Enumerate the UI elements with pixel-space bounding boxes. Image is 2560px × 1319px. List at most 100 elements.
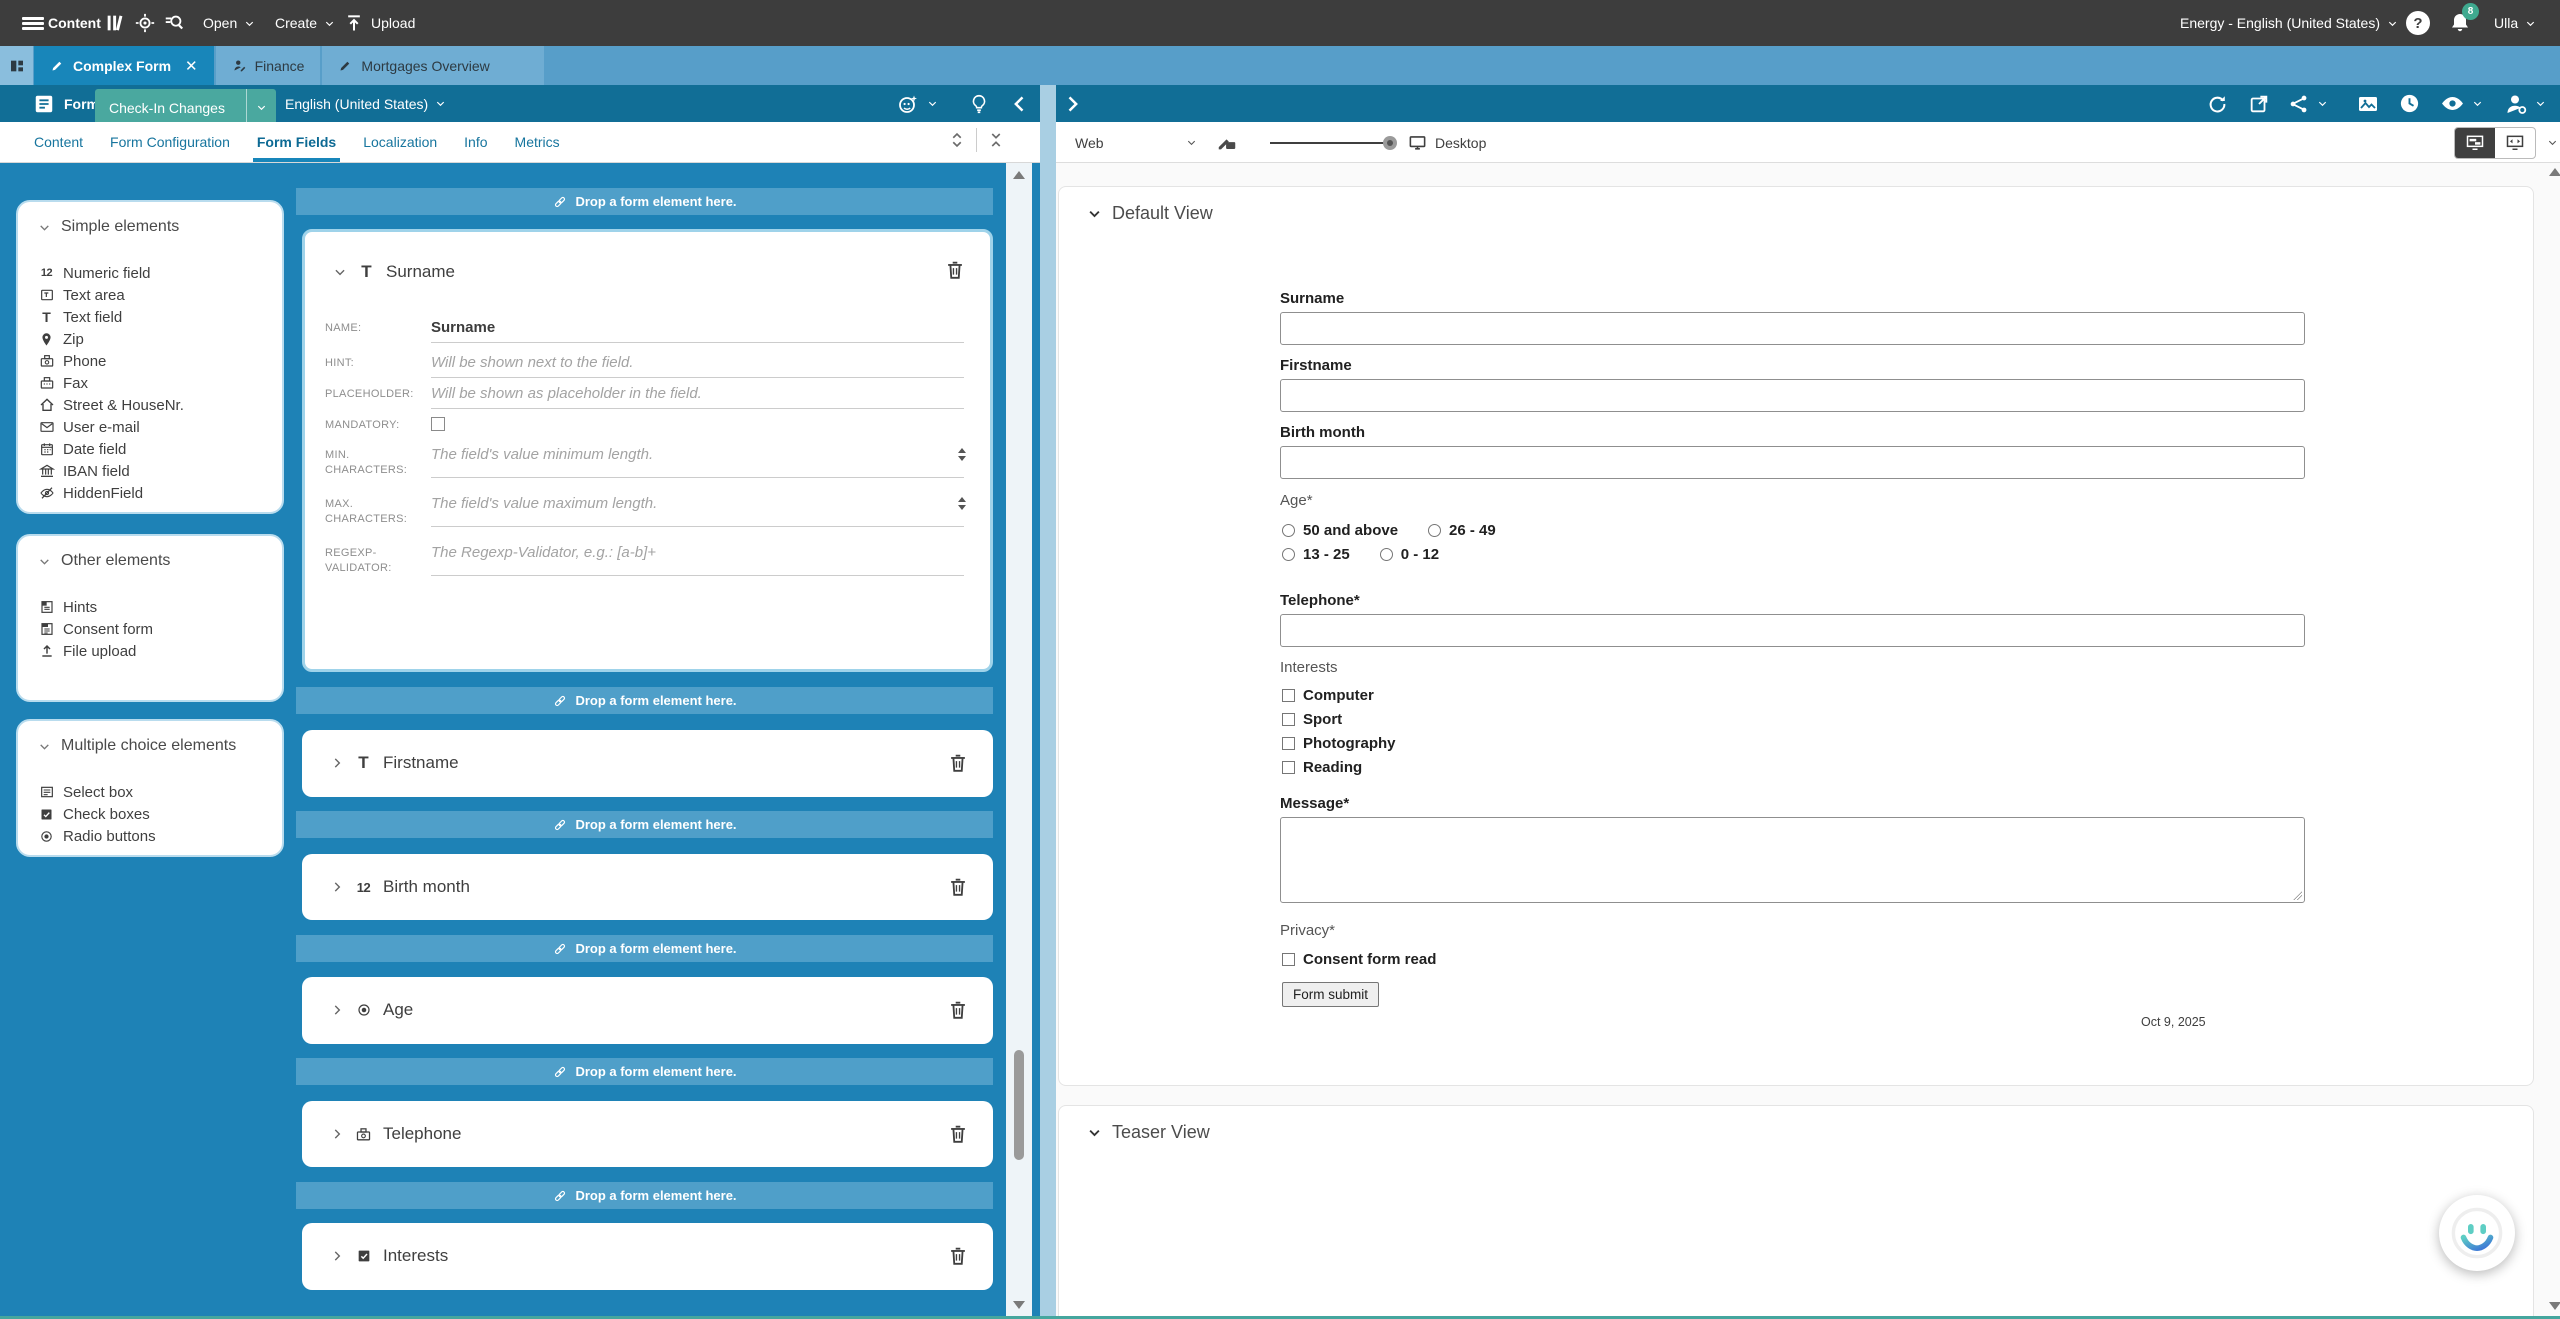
feedback-smiley-button[interactable] (2439, 1195, 2515, 1271)
collapse-panel-button[interactable] (1010, 85, 1030, 122)
subtab-metrics[interactable]: Metrics (515, 122, 560, 162)
focus-target-icon[interactable] (134, 0, 156, 46)
channel-dropdown[interactable] (1186, 122, 1197, 163)
radio-50-and-above[interactable] (1282, 524, 1295, 537)
checkbox-photography[interactable] (1282, 737, 1295, 750)
form-submit-button[interactable]: Form submit (1282, 982, 1379, 1007)
stepper[interactable] (958, 497, 966, 510)
palette-item-text-area[interactable]: Text area (38, 284, 282, 306)
check-in-dropdown[interactable] (246, 89, 276, 126)
palette-item-hints[interactable]: Hints (38, 596, 282, 618)
toggle-dropdown[interactable] (2547, 122, 2558, 163)
media-button[interactable] (2356, 85, 2380, 122)
palette-item-radio-buttons[interactable]: Radio buttons (38, 825, 282, 847)
preview-mode-button[interactable] (2440, 85, 2483, 122)
checkbox-computer[interactable] (1282, 689, 1295, 702)
share-button[interactable] (2288, 85, 2328, 122)
refresh-button[interactable] (2206, 85, 2228, 122)
ai-assistant-button[interactable] (896, 85, 938, 122)
preview-scroll-down-icon[interactable] (2549, 1302, 2560, 1310)
field-card-header[interactable]: Age (302, 1000, 993, 1020)
drop-zone[interactable]: Drop a form element here. (296, 1182, 993, 1209)
pane-divider[interactable] (1040, 85, 1056, 1319)
search-list-icon[interactable] (163, 0, 185, 46)
palette-item-date-field[interactable]: Date field (38, 438, 282, 460)
preview-birthmonth-input[interactable] (1280, 446, 2305, 479)
palette-item-text-field[interactable]: TText field (38, 306, 282, 328)
palette-item-select-box[interactable]: Select box (38, 781, 282, 803)
palette-group-header[interactable]: Simple elements (38, 218, 282, 236)
subtab-localization[interactable]: Localization (363, 122, 437, 162)
radio-0-12[interactable] (1380, 548, 1393, 561)
palette-item-consent-form[interactable]: Consent form (38, 618, 282, 640)
drop-zone[interactable]: Drop a form element here. (296, 935, 993, 962)
palette-item-hidden-field[interactable]: HiddenField (38, 482, 282, 504)
preview-surname-input[interactable] (1280, 312, 2305, 345)
personas-button[interactable] (2504, 85, 2546, 122)
drop-zone[interactable]: Drop a form element here. (296, 811, 993, 838)
tab-mortgages-overview[interactable]: Mortgages Overview (322, 46, 544, 85)
drop-zone[interactable]: Drop a form element here. (296, 188, 993, 215)
drop-zone[interactable]: Drop a form element here. (296, 687, 993, 714)
checkbox-reading[interactable] (1282, 761, 1295, 774)
editor-scrollbar[interactable] (1006, 163, 1032, 1319)
device-size-slider[interactable] (1270, 122, 1390, 163)
max-characters-input[interactable]: The field's value maximum length. (431, 493, 964, 527)
open-external-button[interactable] (2248, 85, 2270, 122)
open-menu[interactable]: Open (203, 0, 255, 46)
tab-complex-form[interactable]: Complex Form ✕ (34, 46, 214, 85)
edit-device-button[interactable] (1216, 122, 1238, 163)
palette-item-street[interactable]: Street & HouseNr. (38, 394, 282, 416)
field-card-header[interactable]: 12 Birth month (302, 877, 993, 897)
history-button[interactable] (2398, 85, 2421, 122)
preview-telephone-input[interactable] (1280, 614, 2305, 647)
teaser-view-header[interactable]: Teaser View (1059, 1106, 2533, 1143)
trash-icon[interactable] (947, 1122, 969, 1146)
subtab-form-configuration[interactable]: Form Configuration (110, 122, 230, 162)
radio-26-49[interactable] (1428, 524, 1441, 537)
collapse-all-icon[interactable] (987, 131, 1005, 149)
checkbox-consent[interactable] (1282, 953, 1295, 966)
palette-item-numeric-field[interactable]: 12Numeric field (38, 262, 282, 284)
scroll-down-icon[interactable] (1013, 1301, 1025, 1309)
trash-icon[interactable] (944, 258, 966, 282)
regexp-input[interactable]: The Regexp-Validator, e.g.: [a-b]+ (431, 542, 964, 576)
drop-zone[interactable]: Drop a form element here. (296, 1058, 993, 1085)
field-card-header[interactable]: T Surname (305, 262, 990, 282)
palette-item-phone[interactable]: Phone (38, 350, 282, 372)
check-in-changes-button[interactable]: Check-In Changes (95, 89, 276, 126)
preview-scroll-up-icon[interactable] (2549, 168, 2560, 176)
palette-item-zip[interactable]: Zip (38, 328, 282, 350)
tab-switcher[interactable] (0, 46, 33, 85)
radio-13-25[interactable] (1282, 548, 1295, 561)
preview-message-textarea[interactable] (1280, 817, 2305, 903)
palette-group-header[interactable]: Other elements (38, 552, 282, 570)
palette-group-header[interactable]: Multiple choice elements (38, 737, 282, 755)
placeholder-input[interactable]: Will be shown as placeholder in the fiel… (431, 383, 964, 409)
close-icon[interactable]: ✕ (185, 57, 198, 75)
channel-selector[interactable]: Web (1075, 122, 1104, 163)
site-selector[interactable]: Energy - English (United States) (2180, 0, 2398, 46)
library-icon[interactable] (104, 0, 126, 46)
palette-item-check-boxes[interactable]: Check boxes (38, 803, 282, 825)
main-menu-icon[interactable] (22, 0, 44, 46)
checkbox-sport[interactable] (1282, 713, 1295, 726)
split-view-toggle[interactable] (2455, 128, 2495, 158)
palette-item-file-upload[interactable]: File upload (38, 640, 282, 662)
mandatory-checkbox[interactable] (431, 417, 445, 431)
palette-item-iban-field[interactable]: IBAN field (38, 460, 282, 482)
preview-firstname-input[interactable] (1280, 379, 2305, 412)
field-card-header[interactable]: Telephone (302, 1124, 993, 1144)
notifications-button[interactable]: 8 (2448, 0, 2472, 46)
trash-icon[interactable] (947, 1244, 969, 1268)
trash-icon[interactable] (947, 875, 969, 899)
scroll-up-icon[interactable] (1013, 171, 1025, 179)
field-card-header[interactable]: T Firstname (302, 753, 993, 773)
trash-icon[interactable] (947, 751, 969, 775)
trash-icon[interactable] (947, 998, 969, 1022)
palette-item-fax[interactable]: Fax (38, 372, 282, 394)
min-characters-input[interactable]: The field's value minimum length. (431, 444, 964, 478)
language-selector[interactable]: English (United States) (285, 85, 446, 122)
hint-input[interactable]: Will be shown next to the field. (431, 352, 964, 378)
field-card-header[interactable]: Interests (302, 1246, 993, 1266)
